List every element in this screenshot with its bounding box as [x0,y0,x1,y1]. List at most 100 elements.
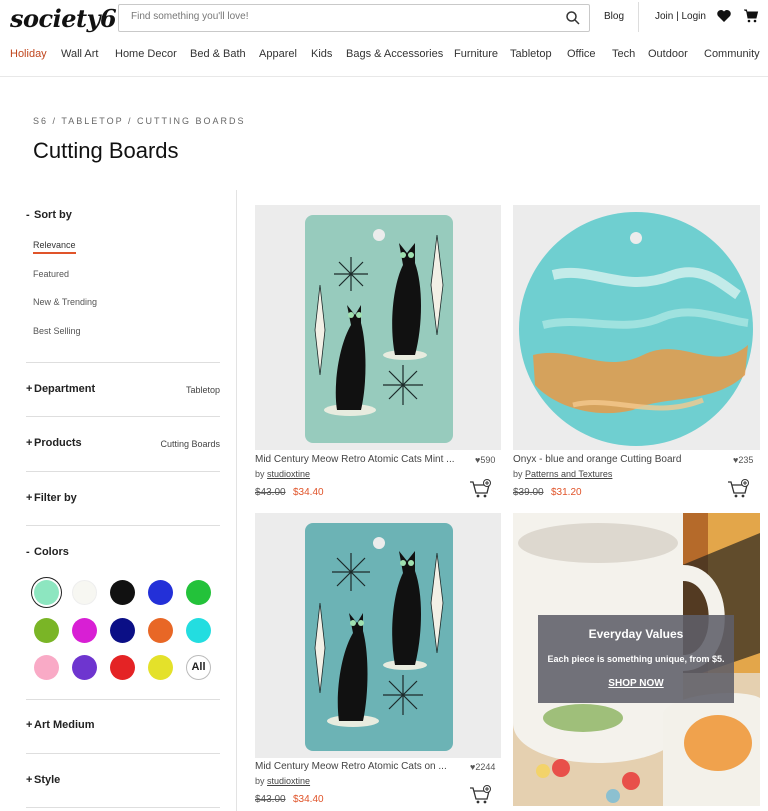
color-swatch[interactable] [34,618,59,643]
color-swatch[interactable] [148,655,173,680]
divider [26,416,220,417]
original-price: $43.00 [255,794,286,805]
sort-option-featured[interactable]: Featured [33,269,69,279]
search-input[interactable] [131,11,551,22]
breadcrumb-sep: / [127,116,133,126]
add-to-cart-icon[interactable] [727,479,751,499]
style-title: Style [34,774,61,786]
colors-toggle[interactable]: - Colors [26,546,69,558]
color-swatch[interactable] [34,655,59,680]
nav-kids[interactable]: Kids [311,48,332,60]
color-swatch[interactable] [72,580,97,605]
sale-price: $31.20 [551,487,582,498]
breadcrumb-tabletop[interactable]: TABLETOP [61,116,123,126]
divider [26,525,220,526]
color-swatch[interactable] [72,618,97,643]
products-title: Products [34,437,82,449]
product-likes[interactable]: ♥235 [733,455,753,465]
artist-link[interactable]: studioxtine [267,776,310,786]
add-to-cart-icon[interactable] [469,479,493,499]
color-swatch[interactable] [72,655,97,680]
cutting-board-onyx-image [513,205,760,450]
nav-tabletop[interactable]: Tabletop [510,48,552,60]
likes-count: 235 [738,455,754,465]
by-label: by [513,469,523,479]
page-title: Cutting Boards [33,138,179,163]
search-icon[interactable] [565,10,581,26]
original-price: $39.00 [513,487,544,498]
style-toggle[interactable]: + Style [26,774,60,786]
product-card[interactable]: Onyx - blue and orange Cutting Board ♥23… [513,205,760,505]
art-medium-toggle[interactable]: + Art Medium [26,719,95,731]
product-likes[interactable]: ♥2244 [470,762,495,772]
search-bar[interactable] [118,4,590,32]
product-image[interactable] [513,205,760,450]
product-title[interactable]: Onyx - blue and orange Cutting Board [513,454,729,465]
join-login-link[interactable]: Join | Login [655,11,706,22]
nav-community[interactable]: Community [704,48,760,60]
product-image[interactable] [255,513,501,758]
divider [26,753,220,754]
nav-furniture[interactable]: Furniture [454,48,498,60]
department-title: Department [34,383,96,395]
original-price: $43.00 [255,487,286,498]
department-toggle[interactable]: + Department [26,383,95,395]
color-swatch-all[interactable]: All [186,655,211,680]
likes-count: 2244 [475,762,496,772]
artist-link[interactable]: studioxtine [267,469,310,479]
color-swatch[interactable] [110,655,135,680]
sort-option-best-selling[interactable]: Best Selling [33,326,81,336]
color-swatch[interactable] [148,618,173,643]
nav-divider [0,76,768,77]
color-swatch[interactable] [110,580,135,605]
color-swatch[interactable] [148,580,173,605]
color-swatch[interactable] [34,580,59,605]
breadcrumb-s6[interactable]: S6 [33,116,48,126]
nav-bags-accessories[interactable]: Bags & Accessories [346,48,443,60]
product-card[interactable]: Mid Century Meow Retro Atomic Cats on ..… [255,513,501,811]
breadcrumb-cutting-boards: CUTTING BOARDS [136,116,246,126]
cart-icon[interactable] [743,8,759,24]
nav-apparel[interactable]: Apparel [259,48,297,60]
sort-option-new-trending[interactable]: New & Trending [33,297,97,307]
nav-holiday[interactable]: Holiday [10,48,47,60]
product-card[interactable]: Mid Century Meow Retro Atomic Cats Mint … [255,205,501,505]
nav-tech[interactable]: Tech [612,48,635,60]
promo-subtitle: Each piece is something unique, from $5. [547,654,725,664]
sort-by-title: Sort by [34,209,72,221]
product-likes[interactable]: ♥590 [475,455,495,465]
department-value: Tabletop [185,385,220,395]
product-title[interactable]: Mid Century Meow Retro Atomic Cats on ..… [255,761,465,772]
by-label: by [255,469,265,479]
product-artist-line: by Patterns and Textures [513,469,612,479]
products-toggle[interactable]: + Products [26,437,82,449]
header-divider [638,2,639,32]
divider [26,471,220,472]
promo-overlay: Everyday Values Each piece is something … [538,615,734,703]
promo-banner[interactable]: Everyday Values Each piece is something … [513,513,760,806]
product-image[interactable] [255,205,501,450]
category-nav: Holiday Wall Art Home Decor Bed & Bath A… [0,48,768,68]
product-title[interactable]: Mid Century Meow Retro Atomic Cats Mint … [255,454,471,465]
shop-now-link[interactable]: SHOP NOW [538,678,734,689]
color-swatch[interactable] [110,618,135,643]
logo[interactable]: society6 [10,4,117,33]
heart-icon[interactable] [716,8,732,24]
sort-by-toggle[interactable]: - Sort by [26,209,72,221]
breadcrumb: S6 / TABLETOP / CUTTING BOARDS [33,116,245,126]
blog-link[interactable]: Blog [604,11,624,22]
nav-outdoor[interactable]: Outdoor [648,48,688,60]
sort-option-relevance[interactable]: Relevance [33,240,76,254]
nav-wall-art[interactable]: Wall Art [61,48,99,60]
nav-office[interactable]: Office [567,48,596,60]
filter-by-toggle[interactable]: + Filter by [26,492,77,504]
color-swatch[interactable] [186,580,211,605]
nav-bed-bath[interactable]: Bed & Bath [190,48,246,60]
by-label: by [255,776,265,786]
divider [26,362,220,363]
divider [26,699,220,700]
add-to-cart-icon[interactable] [469,785,493,805]
nav-home-decor[interactable]: Home Decor [115,48,177,60]
artist-link[interactable]: Patterns and Textures [525,469,612,479]
color-swatch[interactable] [186,618,211,643]
